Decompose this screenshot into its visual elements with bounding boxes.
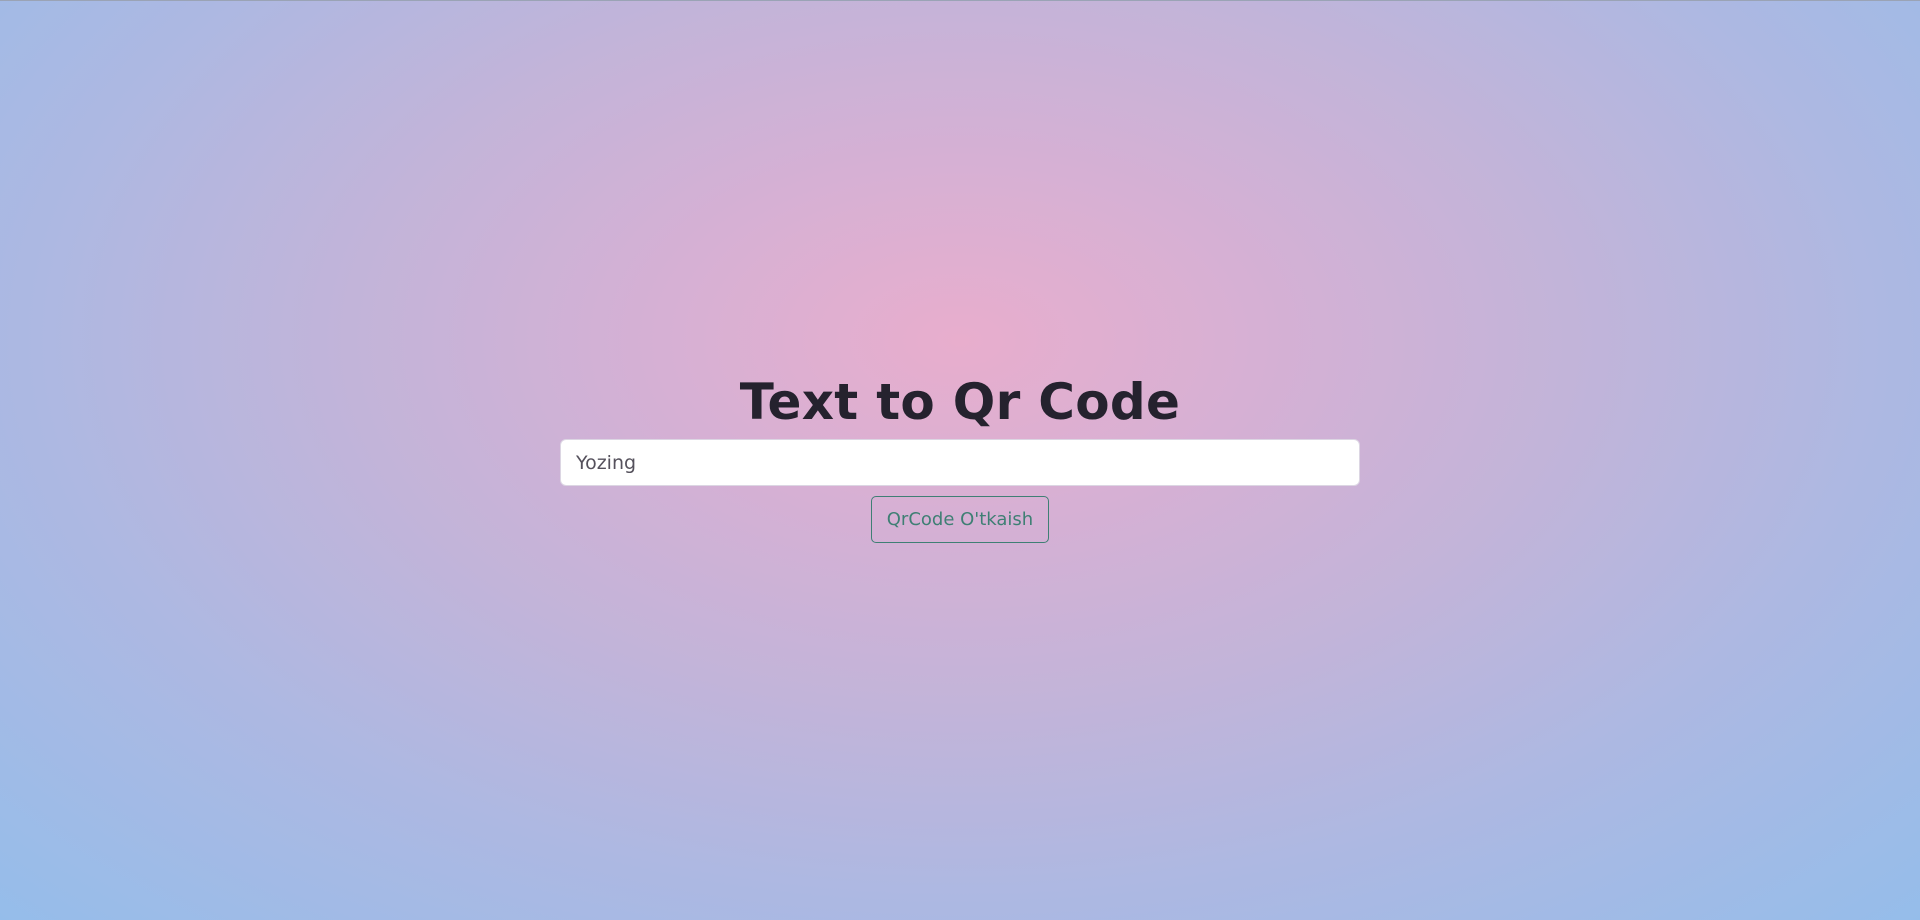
text-input[interactable] bbox=[560, 439, 1360, 486]
generate-qr-button[interactable]: QrCode O'tkaish bbox=[870, 496, 1050, 543]
qr-generator-panel: Text to Qr Code QrCode O'tkaish bbox=[560, 372, 1360, 543]
page-title: Text to Qr Code bbox=[739, 373, 1181, 431]
top-border-line bbox=[0, 0, 1920, 1]
